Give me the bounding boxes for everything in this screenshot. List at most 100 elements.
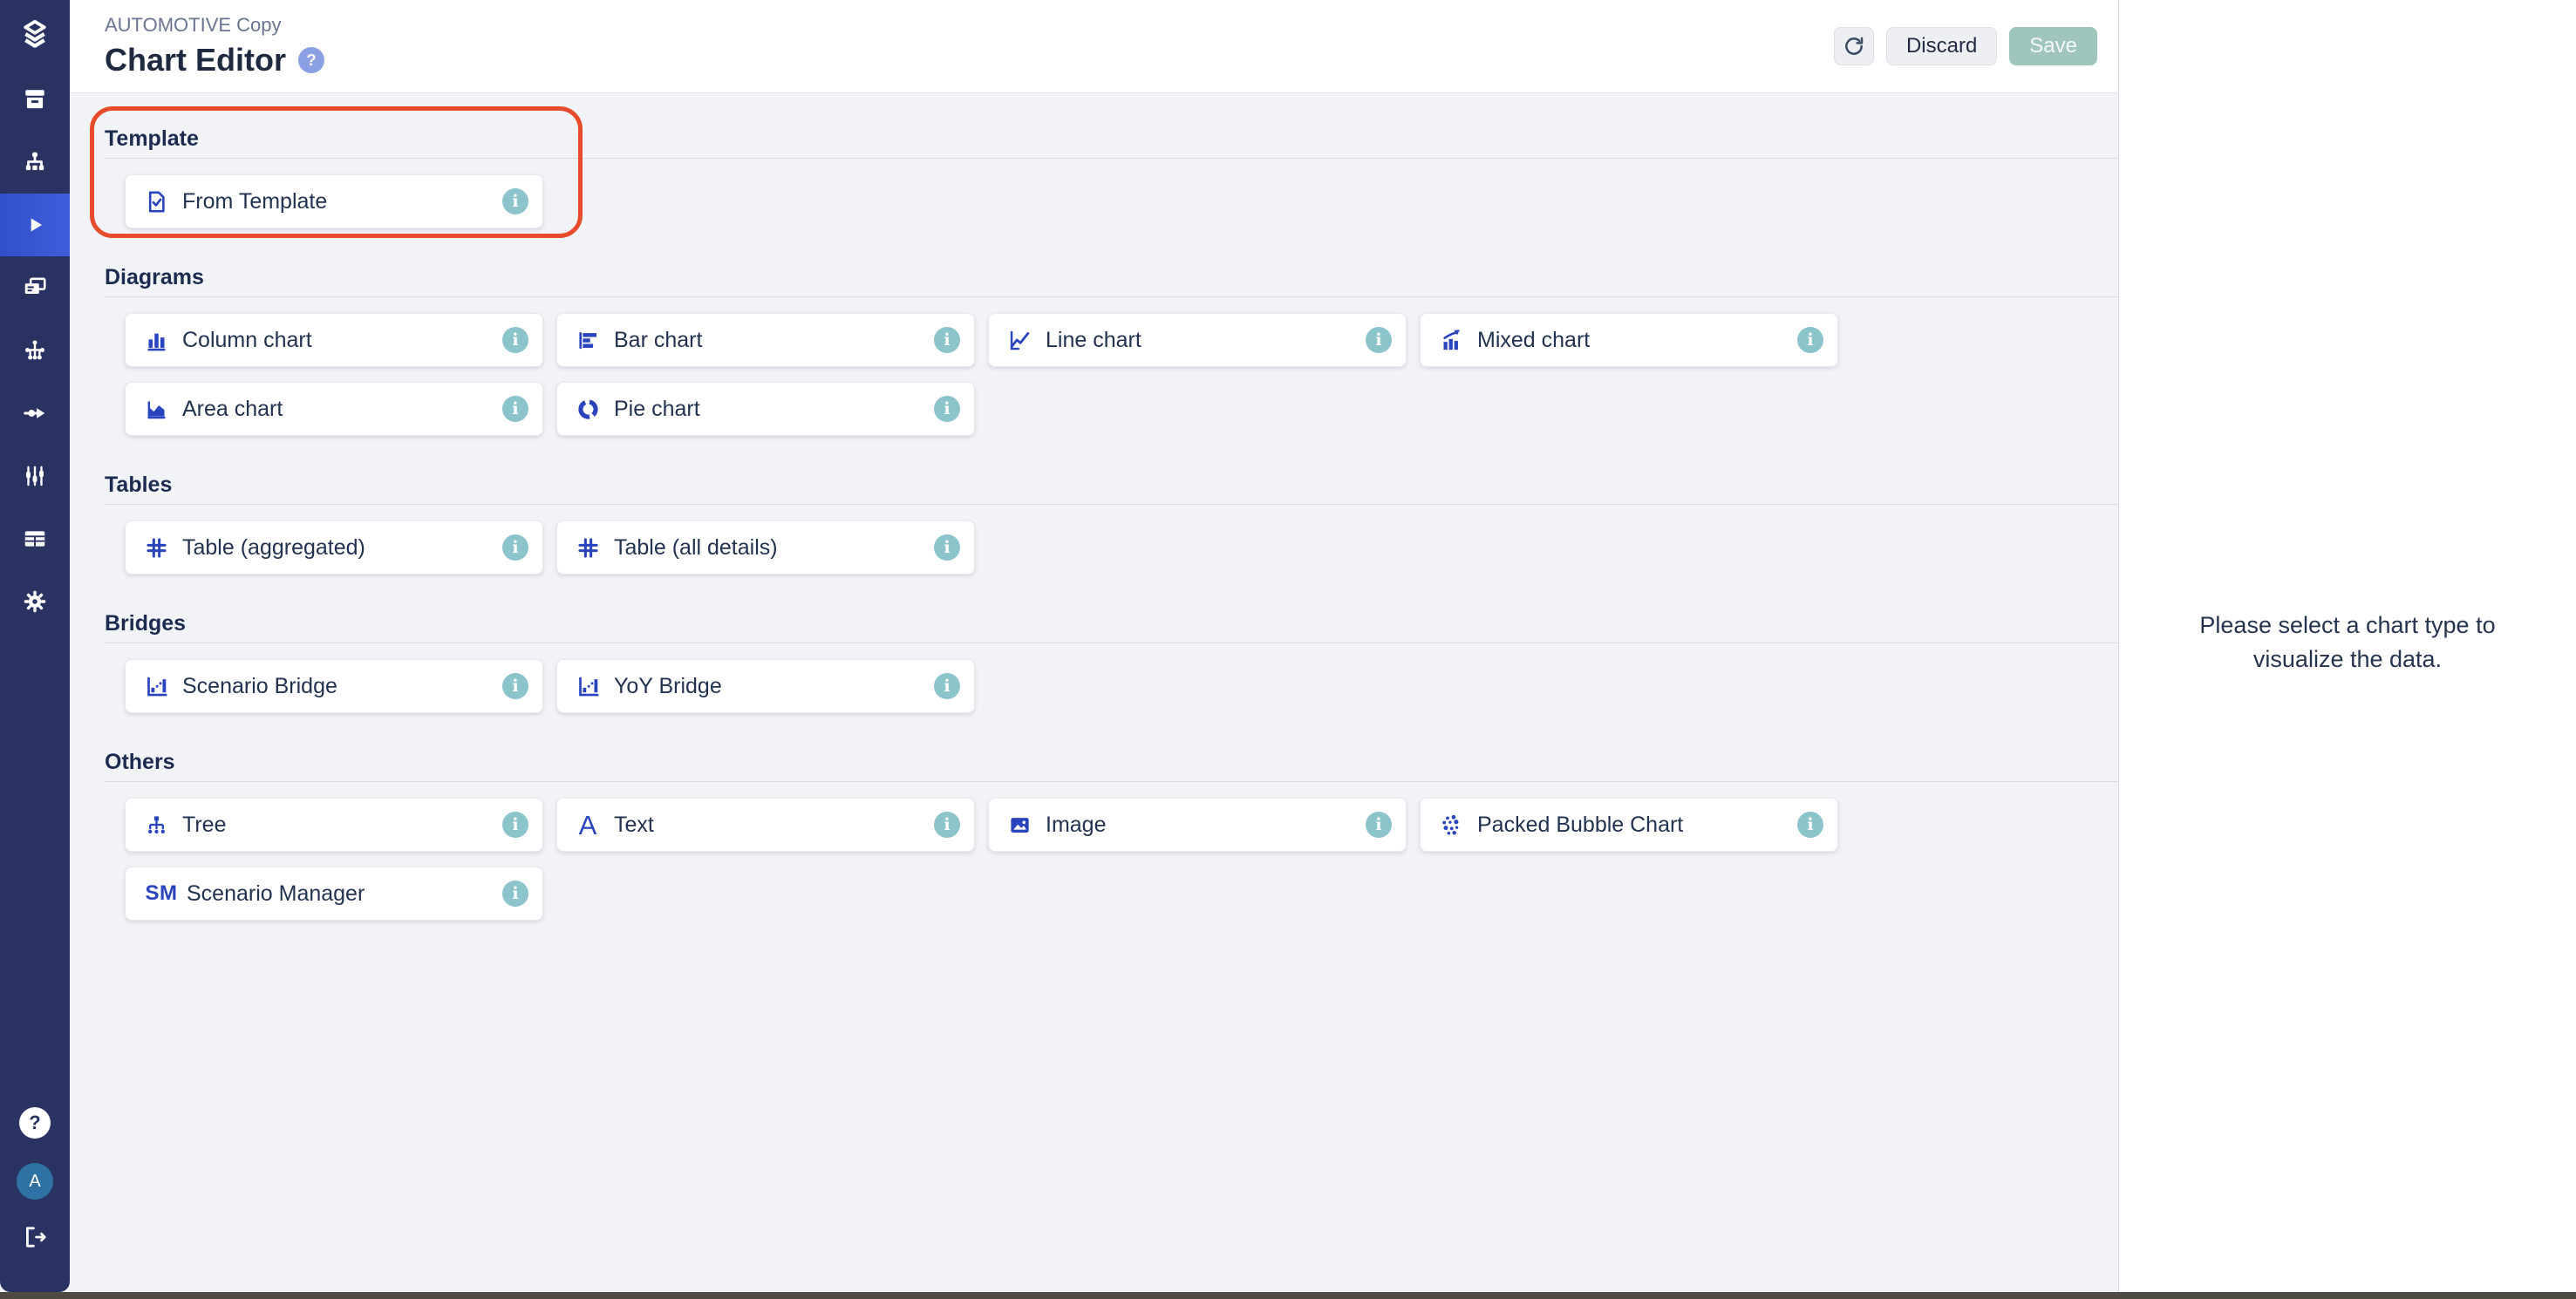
slides-icon [22, 275, 48, 301]
letter-a-icon: A [575, 812, 601, 838]
column-chart-icon [143, 327, 169, 353]
info-icon[interactable]: i [502, 673, 528, 699]
bridge-chart-icon [575, 673, 601, 699]
sidebar-item-network[interactable] [0, 319, 70, 382]
info-icon[interactable]: i [502, 881, 528, 907]
sidebar-item-flow[interactable] [0, 382, 70, 445]
info-icon[interactable]: i [502, 812, 528, 838]
card-label: Tree [182, 813, 226, 838]
card-label: Scenario Manager [187, 881, 365, 907]
info-icon[interactable]: i [934, 673, 960, 699]
sidebar-item-data-table[interactable] [0, 507, 70, 570]
info-icon[interactable]: i [1797, 327, 1823, 353]
card-label: Column chart [182, 328, 312, 353]
section-title: Template [105, 126, 2118, 159]
card-label: Mixed chart [1477, 328, 1590, 353]
data-table-icon [22, 526, 48, 552]
info-icon[interactable]: i [934, 327, 960, 353]
bar-chart-icon [575, 327, 601, 353]
card-line-chart[interactable]: Line chart i [988, 313, 1407, 367]
sidebar: ? A [0, 0, 70, 1292]
card-tree[interactable]: Tree i [125, 798, 543, 852]
layers-cube-logo-icon [18, 17, 51, 51]
sidebar-item-play[interactable] [0, 194, 70, 256]
card-scenario-bridge[interactable]: Scenario Bridge i [125, 659, 543, 713]
app-logo [0, 0, 70, 68]
bridge-chart-icon [143, 673, 169, 699]
sidebar-item-slides[interactable] [0, 256, 70, 319]
card-image[interactable]: Image i [988, 798, 1407, 852]
gear-icon [22, 588, 48, 615]
sidebar-item-archive[interactable] [0, 68, 70, 131]
sidebar-item-settings[interactable] [0, 570, 70, 633]
table-grid-icon [143, 534, 169, 561]
card-table-all-details[interactable]: Table (all details) i [556, 520, 975, 575]
info-icon[interactable]: i [934, 396, 960, 422]
line-chart-icon [1006, 327, 1032, 353]
header-actions: Discard Save [1834, 27, 2097, 65]
info-icon[interactable]: i [502, 188, 528, 214]
header: AUTOMOTIVE Copy Chart Editor ? Discard S… [70, 0, 2118, 93]
avatar-initial: A [29, 1172, 40, 1192]
refresh-button[interactable] [1834, 27, 1874, 65]
card-label: Image [1046, 813, 1106, 838]
pie-chart-icon [575, 396, 601, 422]
table-grid-icon [575, 534, 601, 561]
card-label: Table (all details) [614, 535, 778, 561]
image-icon [1006, 812, 1032, 838]
info-icon[interactable]: i [502, 534, 528, 561]
card-yoy-bridge[interactable]: YoY Bridge i [556, 659, 975, 713]
card-bar-chart[interactable]: Bar chart i [556, 313, 975, 367]
section-title: Bridges [105, 611, 2118, 643]
tree-icon [143, 812, 169, 838]
info-icon[interactable]: i [934, 812, 960, 838]
info-icon[interactable]: i [934, 534, 960, 561]
section-title: Tables [105, 473, 2118, 505]
card-label: From Template [182, 189, 327, 214]
preview-panel: Please select a chart type to visualize … [2118, 0, 2576, 1292]
sidebar-item-sliders[interactable] [0, 445, 70, 507]
page-title: Chart Editor [105, 42, 286, 78]
discard-button[interactable]: Discard [1886, 27, 1997, 65]
card-table-aggregated[interactable]: Table (aggregated) i [125, 520, 543, 575]
section-title: Others [105, 750, 2118, 782]
logout-button[interactable] [22, 1224, 48, 1250]
card-column-chart[interactable]: Column chart i [125, 313, 543, 367]
info-icon[interactable]: i [1366, 812, 1392, 838]
card-label: Line chart [1046, 328, 1141, 353]
section-tables: Tables Table (aggregated) i Table (all d… [105, 473, 2118, 575]
packed-bubble-icon [1438, 812, 1464, 838]
chart-type-picker: Template From Template i Diagrams [70, 93, 2118, 1292]
card-mixed-chart[interactable]: Mixed chart i [1420, 313, 1838, 367]
card-label: Bar chart [614, 328, 702, 353]
card-label: Packed Bubble Chart [1477, 813, 1683, 838]
sidebar-bottom: ? A [17, 1107, 53, 1292]
area-chart-icon [143, 396, 169, 422]
card-label: Table (aggregated) [182, 535, 365, 561]
card-area-chart[interactable]: Area chart i [125, 382, 543, 436]
section-title: Diagrams [105, 265, 2118, 297]
info-icon[interactable]: i [1797, 812, 1823, 838]
info-icon[interactable]: i [502, 396, 528, 422]
empty-state-message: Please select a chart type to visualize … [2182, 609, 2513, 677]
card-from-template[interactable]: From Template i [125, 174, 543, 228]
archive-icon [22, 86, 48, 112]
card-label: Area chart [182, 397, 283, 422]
card-label: Scenario Bridge [182, 674, 337, 699]
card-scenario-manager[interactable]: SM Scenario Manager i [125, 867, 543, 921]
title-help-icon[interactable]: ? [298, 47, 324, 73]
section-others: Others Tree i A T [105, 750, 2118, 921]
play-icon [22, 212, 48, 238]
save-button[interactable]: Save [2009, 27, 2097, 65]
info-icon[interactable]: i [1366, 327, 1392, 353]
question-mark-icon: ? [29, 1112, 40, 1134]
sliders-icon [22, 463, 48, 489]
card-text[interactable]: A Text i [556, 798, 975, 852]
sidebar-item-org-chart[interactable] [0, 131, 70, 194]
card-pie-chart[interactable]: Pie chart i [556, 382, 975, 436]
info-icon[interactable]: i [502, 327, 528, 353]
section-template: Template From Template i [105, 126, 2118, 228]
help-button[interactable]: ? [19, 1107, 51, 1139]
avatar[interactable]: A [17, 1163, 53, 1200]
card-packed-bubble-chart[interactable]: Packed Bubble Chart i [1420, 798, 1838, 852]
